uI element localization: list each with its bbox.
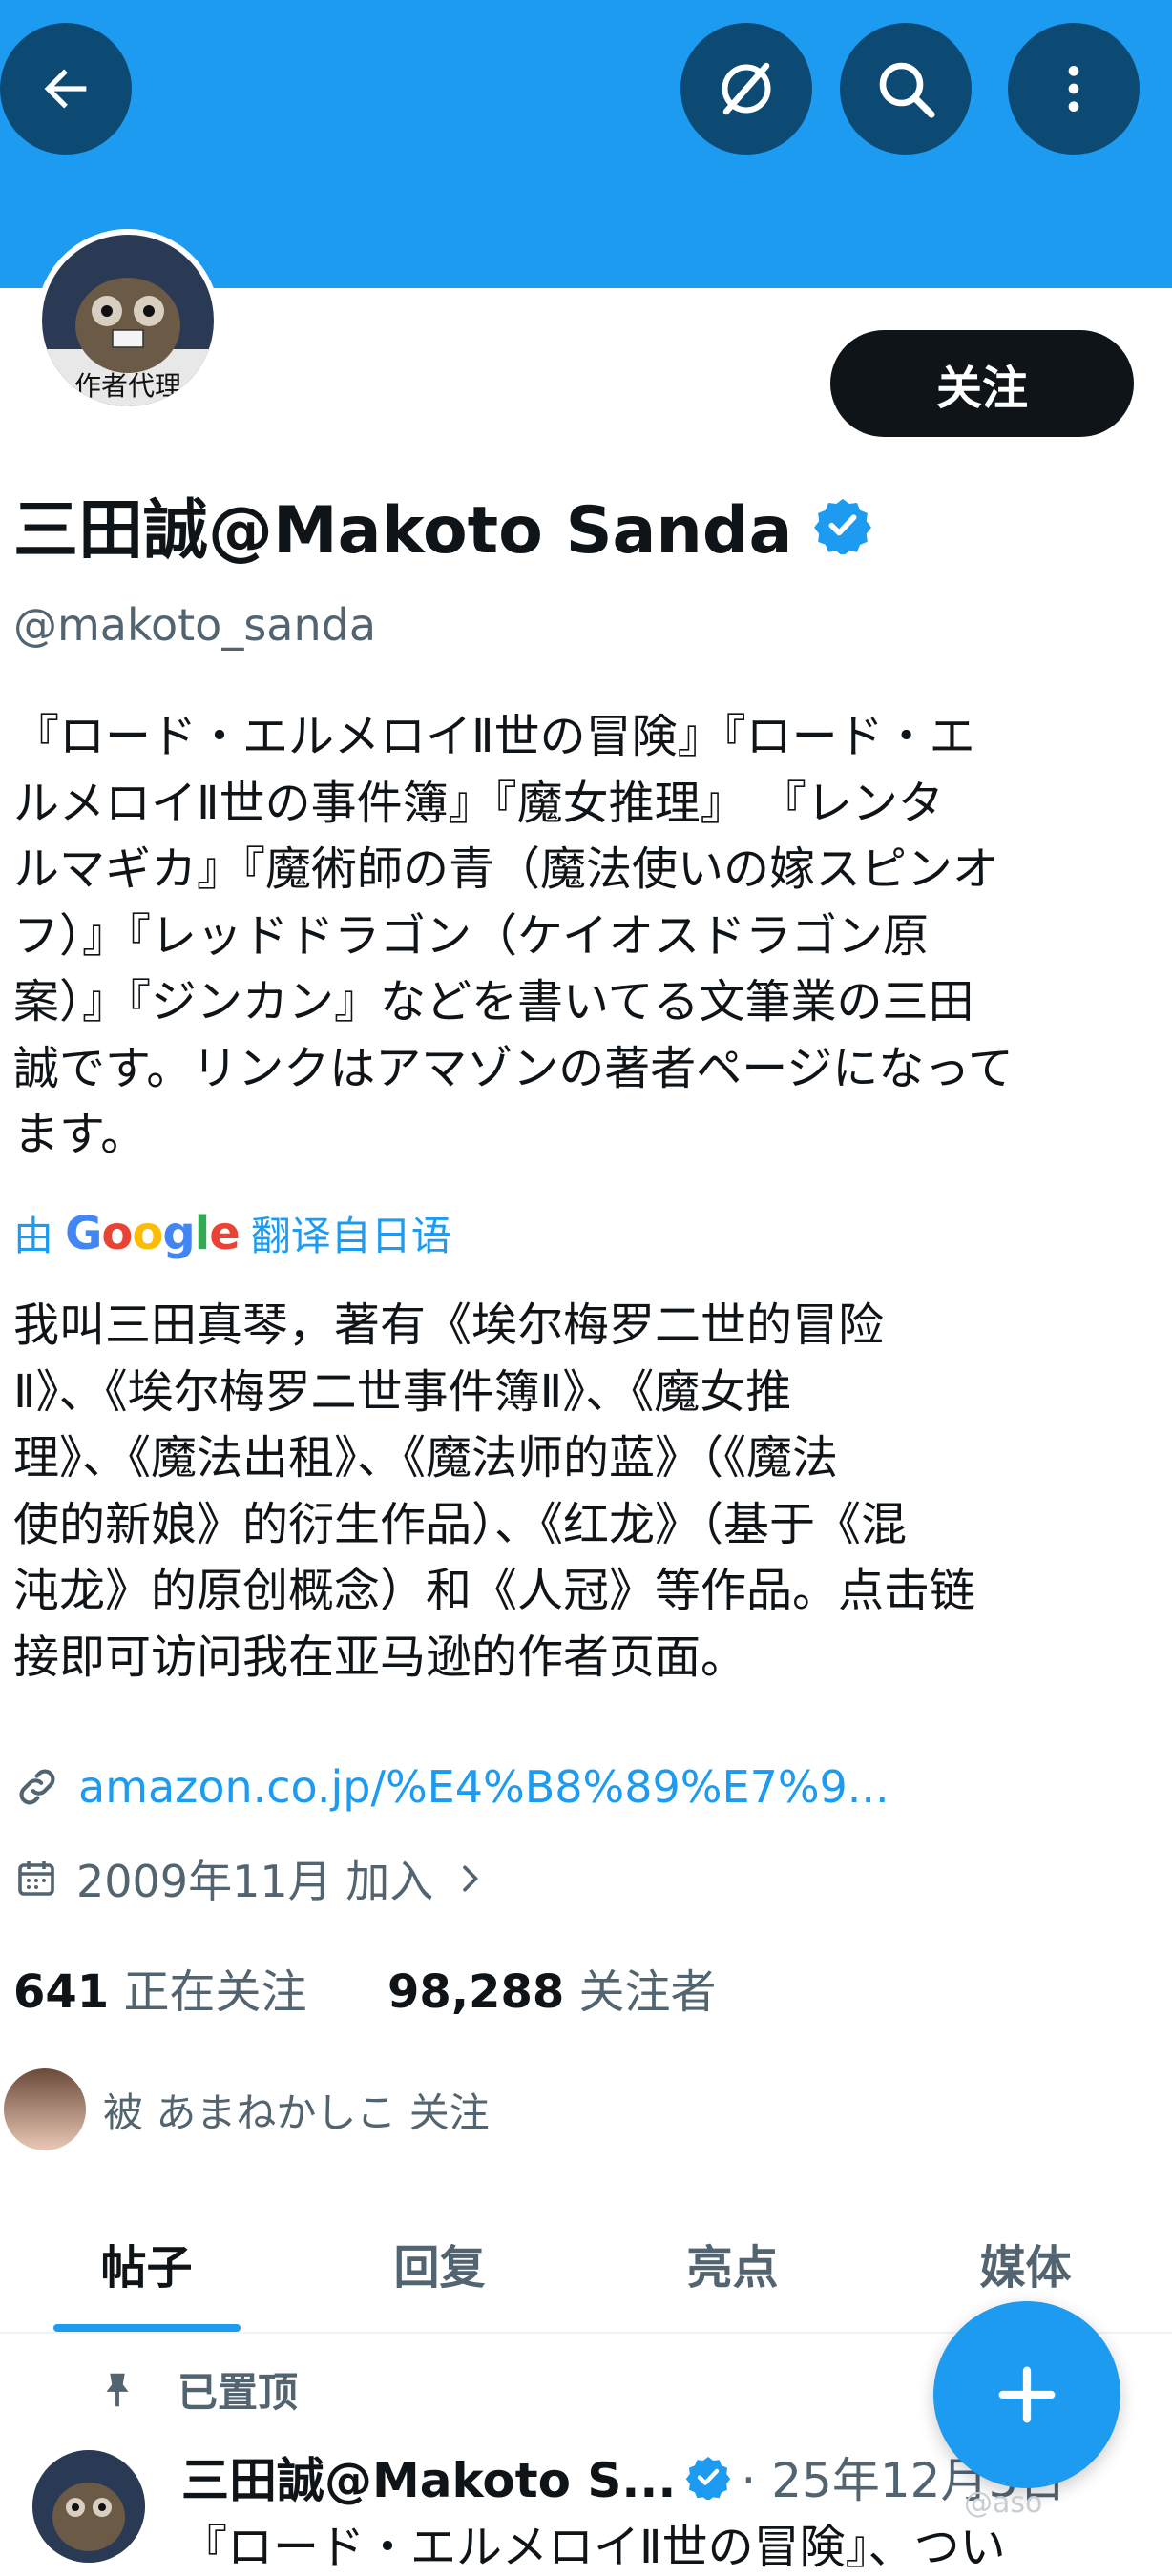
following-stat[interactable]: 641 正在关注 bbox=[13, 1965, 306, 2019]
joined-row[interactable]: 2009年11月 加入 bbox=[13, 1847, 489, 1910]
bio-line: ルマギカ』『魔術師の青（魔法使いの嫁スピンオ bbox=[13, 842, 999, 896]
post-text[interactable]: 『ロード・エルメロイⅡ世の冒険』、つい bbox=[181, 2509, 1006, 2576]
pinned-label: 已置顶 bbox=[178, 2369, 299, 2416]
user-handle: @makoto_sanda bbox=[13, 599, 377, 651]
post-author-avatar[interactable] bbox=[32, 2450, 145, 2563]
translated-line: 接即可访问我在亚马逊的作者页面。 bbox=[13, 1630, 747, 1684]
followed-by-text: 被 あまねかしこ 关注 bbox=[103, 2088, 490, 2136]
translated-line: Ⅱ》、《埃尔梅罗二世事件簿Ⅱ》、《魔女推 bbox=[13, 1364, 792, 1419]
translated-line: 使的新娘》的衍生作品）、《红龙》（基于《混 bbox=[13, 1497, 908, 1551]
profile-bio: 『ロード・エルメロイⅡ世の冒険』『ロード・エ ルメロイⅡ世の事件簿』『魔女推理』… bbox=[13, 704, 1159, 1169]
search-button[interactable] bbox=[840, 23, 972, 155]
pin-icon bbox=[106, 2373, 129, 2406]
tab-highlights[interactable]: 亮点 bbox=[586, 2194, 879, 2332]
pinned-indicator: 已置顶 bbox=[95, 2360, 298, 2419]
followed-by-row[interactable]: 被 あまねかしこ 关注 bbox=[0, 2068, 490, 2150]
translated-line: 沌龙》的原创概念）和《人冠》等作品。点击链 bbox=[13, 1564, 976, 1617]
followers-stat[interactable]: 98,288 关注者 bbox=[387, 1965, 717, 2019]
more-button[interactable] bbox=[1008, 23, 1140, 155]
chevron-right-icon bbox=[463, 1865, 478, 1892]
follow-button[interactable]: 关注 bbox=[830, 330, 1134, 437]
translation-attribution[interactable]: 由 Google 翻译自日语 bbox=[13, 1204, 451, 1262]
post-header: 三田誠@Makoto S... · 25年12月5日 bbox=[181, 2442, 1066, 2511]
back-button[interactable] bbox=[0, 23, 132, 155]
display-name-text: 三田誠@Makoto Sanda bbox=[13, 493, 793, 569]
calendar-icon bbox=[18, 1861, 54, 1896]
verified-badge-icon bbox=[814, 498, 872, 554]
translated-line: 理》、《魔法出租》、《魔法师的蓝》（《魔法 bbox=[13, 1431, 839, 1485]
watermark: @aso bbox=[964, 2486, 1043, 2520]
following-label: 正在关注 bbox=[123, 1965, 307, 2019]
follower-avatar bbox=[4, 2068, 86, 2150]
followers-label: 关注者 bbox=[578, 1965, 717, 2019]
arrow-left-icon bbox=[44, 69, 87, 109]
followers-count: 98,288 bbox=[387, 1965, 565, 2019]
bio-line: 誠です。リンクはアマゾンの著者ページになって bbox=[13, 1041, 1014, 1095]
grok-button[interactable] bbox=[680, 23, 812, 155]
translated-line: 我叫三田真琴，著有《埃尔梅罗二世的冒险 bbox=[13, 1298, 885, 1352]
plus-icon bbox=[998, 2366, 1056, 2423]
verified-badge-icon bbox=[686, 2457, 731, 2500]
bio-line: フ）』『レッドドラゴン（ケイオスドラゴン原 bbox=[13, 908, 930, 963]
svg-text:作者代理: 作者代理 bbox=[74, 370, 181, 402]
google-logo: Google bbox=[65, 1206, 241, 1260]
translated-bio: 我叫三田真琴，著有《埃尔梅罗二世的冒险 Ⅱ》、《埃尔梅罗二世事件簿Ⅱ》、《魔女推… bbox=[13, 1293, 1159, 1691]
profile-avatar[interactable]: 作者代理 bbox=[36, 229, 220, 412]
tab-replies[interactable]: 回复 bbox=[293, 2194, 586, 2332]
owl-avatar-image: 作者代理 bbox=[42, 235, 214, 406]
tab-posts[interactable]: 帖子 bbox=[0, 2194, 293, 2332]
joined-date: 2009年11月 加入 bbox=[76, 1856, 434, 1907]
follow-counts: 641 正在关注 98,288 关注者 bbox=[13, 1954, 717, 2021]
bio-line: ます。 bbox=[13, 1108, 147, 1161]
grok-icon bbox=[722, 62, 771, 115]
post-author-name[interactable]: 三田誠@Makoto S... bbox=[181, 2442, 676, 2511]
bio-line: 案）』『ジンカン』などを書いてる文筆業の三田 bbox=[13, 975, 974, 1028]
translate-suffix: 翻译自日语 bbox=[250, 1213, 451, 1259]
compose-post-button[interactable] bbox=[933, 2301, 1120, 2488]
link-icon bbox=[19, 1769, 55, 1805]
translate-prefix: 由 bbox=[13, 1213, 54, 1259]
search-icon bbox=[879, 62, 935, 118]
following-count: 641 bbox=[13, 1965, 110, 2019]
display-name: 三田誠@Makoto Sanda bbox=[13, 477, 872, 571]
profile-link[interactable]: amazon.co.jp/%E4%B8%89%E7%9... bbox=[78, 1761, 889, 1813]
profile-link-row[interactable]: amazon.co.jp/%E4%B8%89%E7%9... bbox=[13, 1761, 889, 1813]
owl-avatar-image bbox=[32, 2450, 145, 2563]
bio-line: ルメロイⅡ世の事件簿』『魔女推理』 『レンタ bbox=[13, 776, 944, 830]
bio-line: 『ロード・エルメロイⅡ世の冒険』『ロード・エ bbox=[13, 710, 975, 763]
more-vertical-icon bbox=[1068, 66, 1079, 112]
